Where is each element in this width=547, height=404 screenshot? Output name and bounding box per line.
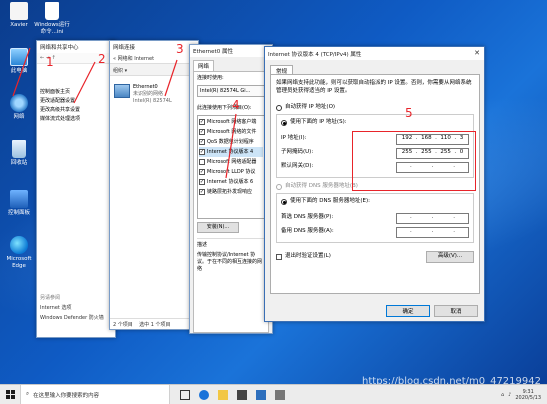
annotation-arrows (12, 47, 237, 179)
taskbar-search[interactable]: ⌕ 在这里输入你要搜索的内容 (20, 384, 170, 404)
edge-taskbar-icon[interactable] (199, 389, 209, 400)
search-icon: ⌕ (26, 391, 30, 397)
arrow-4 (225, 113, 237, 179)
arrow-1 (12, 47, 31, 97)
clock[interactable]: 9:31 2020/5/13 (515, 389, 541, 401)
volume-icon[interactable]: ♪ (508, 392, 511, 398)
file-explorer-icon[interactable] (218, 389, 228, 400)
settings-taskbar-icon[interactable] (275, 389, 285, 400)
system-tray: ⌂ ♪ 9:31 2020/5/13 (501, 385, 541, 404)
search-placeholder: 在这里输入你要搜索的内容 (33, 392, 100, 399)
taskbar: ⌕ 在这里输入你要搜索的内容 ⌂ ♪ 9:31 2020/5/13 (0, 384, 547, 404)
desktop: Xavier Windows运行命令...ini 此电脑 网络 回收站 控制面板… (0, 0, 547, 384)
taskbar-apps (180, 389, 285, 400)
task-view-icon[interactable] (180, 389, 190, 400)
arrow-3 (164, 59, 178, 97)
start-button[interactable] (0, 385, 20, 404)
network-tray-icon[interactable]: ⌂ (501, 392, 504, 398)
store-icon[interactable] (237, 389, 247, 400)
windows-logo-icon (5, 390, 15, 399)
clock-date: 2020/5/13 (515, 395, 541, 401)
arrow-2 (73, 61, 96, 104)
network-taskbar-icon[interactable] (256, 389, 266, 400)
